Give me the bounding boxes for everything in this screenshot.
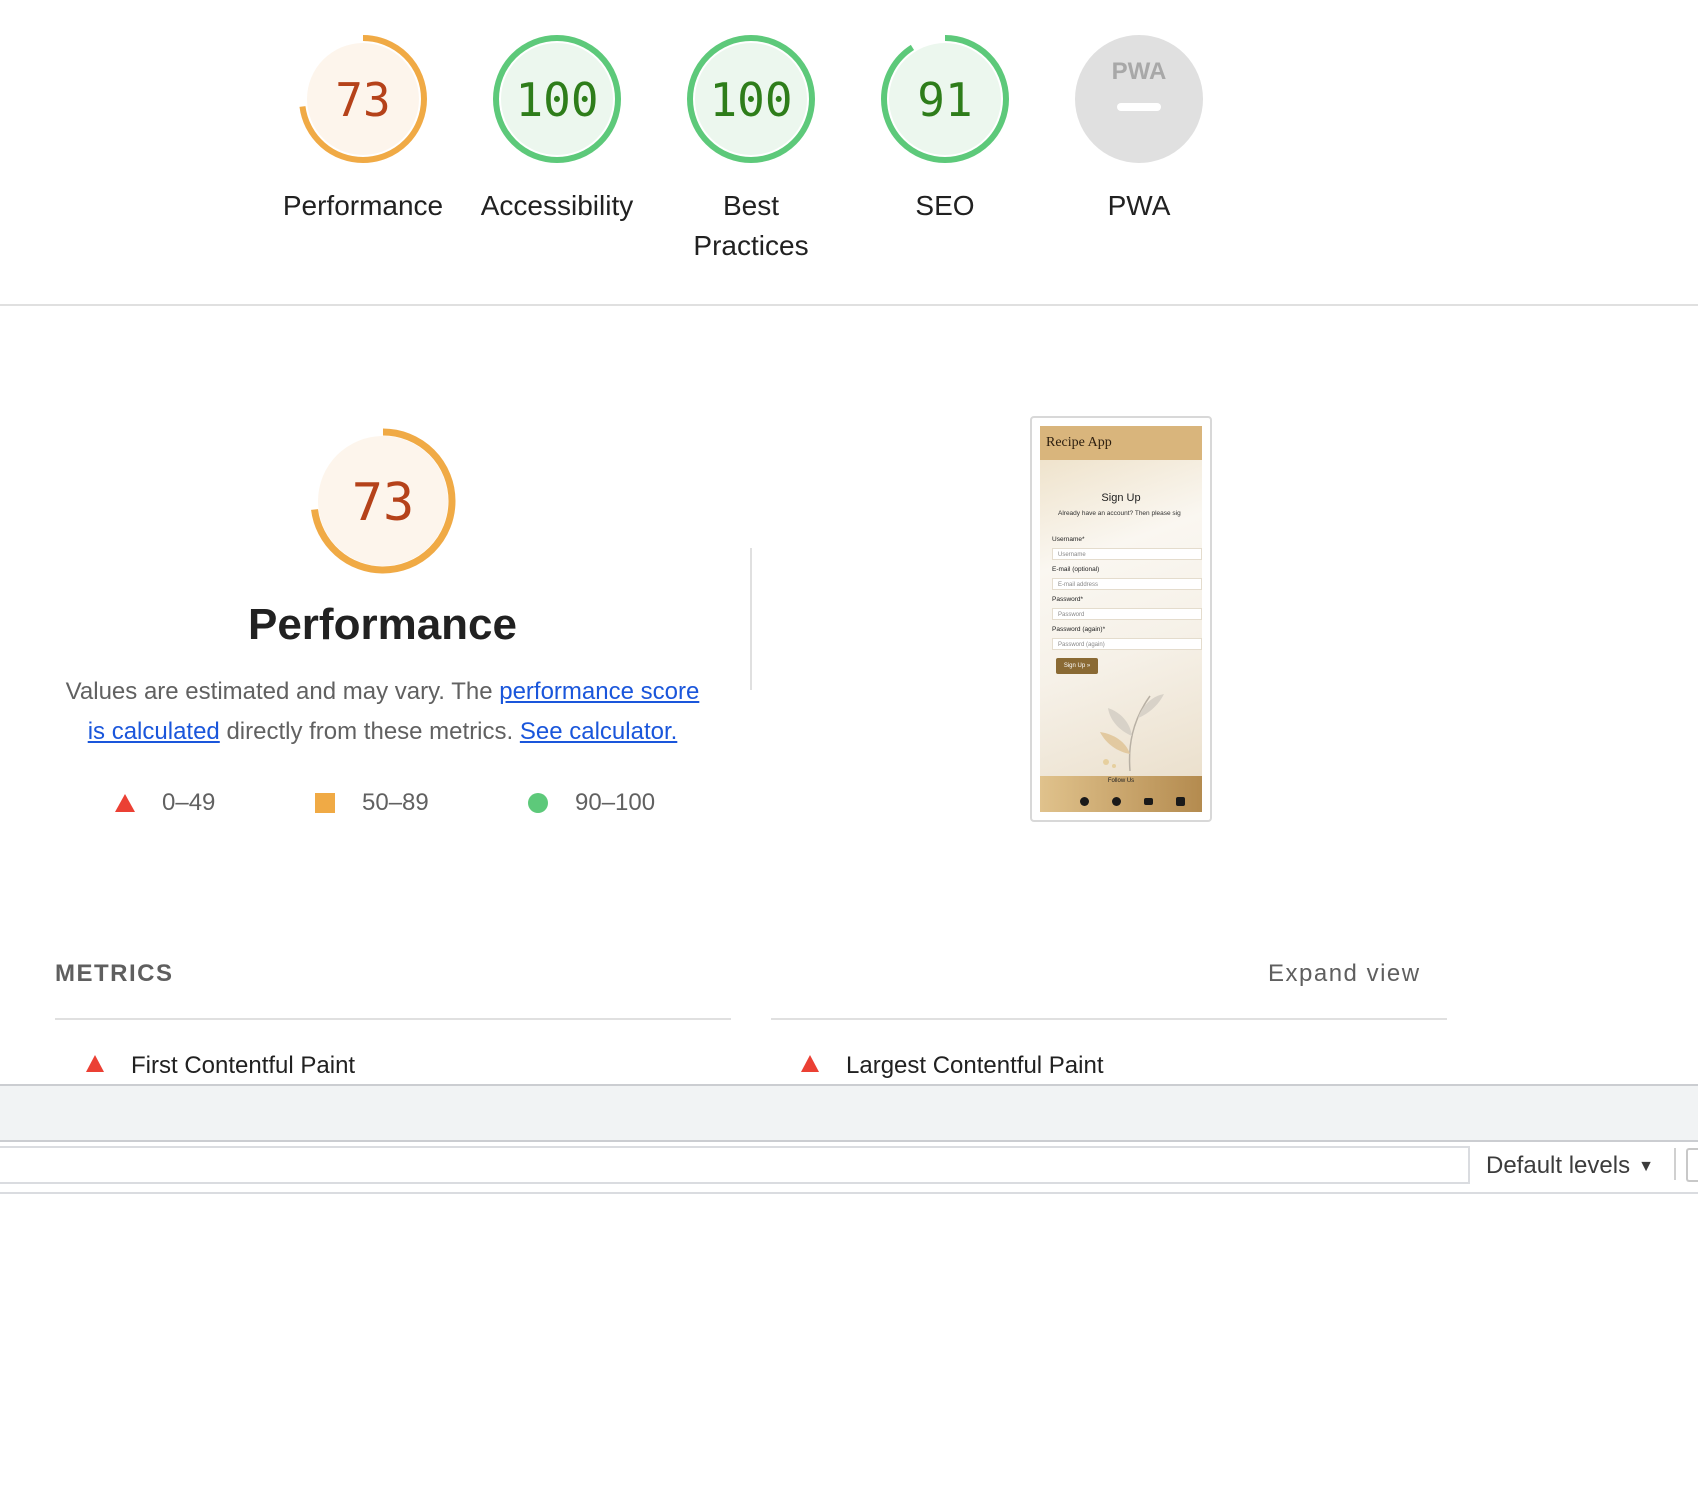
metric-label: First Contentful Paint bbox=[131, 1052, 356, 1079]
metrics-divider-left bbox=[55, 1018, 731, 1020]
pwa-badge-icon: PWA bbox=[1075, 35, 1203, 163]
seo-score: 91 bbox=[917, 73, 972, 127]
category-label: Accessibility bbox=[480, 190, 634, 221]
vertical-divider bbox=[750, 548, 752, 690]
signup-button: Sign Up » bbox=[1056, 658, 1098, 674]
pwa-badge-text: PWA bbox=[1112, 58, 1167, 85]
performance-large-ring: 73 bbox=[310, 428, 456, 574]
metrics-heading: METRICS bbox=[55, 960, 174, 987]
console-filter-input[interactable] bbox=[0, 1146, 1470, 1184]
category-label: Best Practices bbox=[693, 190, 809, 261]
category-label: PWA bbox=[1107, 190, 1171, 221]
desc-prefix: Values are estimated and may vary. The bbox=[65, 678, 500, 705]
follow-us-label: Follow Us bbox=[1107, 778, 1135, 784]
field-label: Password* bbox=[1052, 596, 1084, 603]
final-screenshot[interactable]: Recipe App Sign Up Already have an accou… bbox=[1030, 416, 1212, 822]
performance-description: Values are estimated and may vary. The p… bbox=[60, 672, 705, 752]
twitter-icon bbox=[1080, 797, 1089, 806]
best-practices-score: 100 bbox=[709, 73, 792, 127]
gauge-performance[interactable]: 73 Performance bbox=[268, 34, 458, 226]
performance-title: Performance bbox=[247, 600, 517, 649]
accessibility-score-ring: 100 bbox=[493, 35, 621, 163]
legend-range: 90–100 bbox=[575, 789, 656, 816]
caret-down-icon: ▼ bbox=[1638, 1158, 1654, 1175]
fail-triangle-icon bbox=[801, 1055, 819, 1072]
metrics-divider-right bbox=[771, 1018, 1447, 1020]
gauge-pwa[interactable]: PWA PWA bbox=[1044, 34, 1234, 226]
console-divider bbox=[0, 1192, 1698, 1194]
app-header: Recipe App bbox=[1040, 426, 1202, 460]
default-levels-dropdown[interactable]: Default levels ▼ bbox=[1486, 1150, 1654, 1183]
username-input: Username bbox=[1052, 548, 1202, 560]
signup-heading: Sign Up bbox=[1101, 492, 1141, 504]
average-square-icon bbox=[315, 793, 335, 813]
signup-subtext: Already have an account? Then please sig bbox=[1058, 510, 1181, 517]
legend-range: 0–49 bbox=[162, 789, 216, 816]
leaf-decoration-icon bbox=[1100, 694, 1164, 772]
password-input: Password bbox=[1052, 608, 1202, 620]
levels-label: Default levels bbox=[1486, 1152, 1631, 1179]
field-label: Username* bbox=[1052, 536, 1085, 543]
email-input: E-mail address bbox=[1052, 578, 1202, 590]
category-scores: 73 Performance 100 Accessibility 100 Bes… bbox=[0, 0, 1698, 306]
instagram-icon bbox=[1176, 797, 1185, 806]
app-footer: Follow Us bbox=[1040, 776, 1202, 812]
issues-button[interactable] bbox=[1686, 1148, 1698, 1182]
expand-view-toggle[interactable]: Expand view bbox=[1268, 960, 1421, 988]
password-again-input: Password (again) bbox=[1052, 638, 1202, 650]
console-toolbar bbox=[0, 1084, 1698, 1142]
youtube-icon bbox=[1144, 798, 1153, 805]
screenshot-page: Recipe App Sign Up Already have an accou… bbox=[1040, 426, 1202, 812]
performance-score: 73 bbox=[335, 73, 390, 127]
desc-middle: directly from these metrics. bbox=[219, 718, 520, 745]
section-divider bbox=[0, 304, 1698, 306]
fail-triangle-icon bbox=[115, 794, 135, 812]
legend-range: 50–89 bbox=[362, 789, 429, 816]
field-label: E-mail (optional) bbox=[1052, 566, 1100, 573]
pass-circle-icon bbox=[528, 793, 548, 813]
field-label: Password (again)* bbox=[1052, 626, 1106, 633]
performance-large-score: 73 bbox=[352, 473, 415, 533]
gauge-seo[interactable]: 91 SEO bbox=[850, 34, 1040, 226]
see-calculator-link[interactable]: See calculator. bbox=[520, 718, 677, 745]
performance-gauge: 73 bbox=[310, 428, 456, 579]
score-legend: 0–49 50–89 90–100 bbox=[0, 788, 760, 828]
best-practices-score-ring: 100 bbox=[687, 35, 815, 163]
category-label: Performance bbox=[282, 190, 444, 221]
performance-score-ring: 73 bbox=[299, 35, 427, 163]
gauge-accessibility[interactable]: 100 Accessibility bbox=[462, 34, 652, 226]
toolbar-separator bbox=[1674, 1148, 1676, 1180]
app-title: Recipe App bbox=[1046, 435, 1112, 450]
fail-triangle-icon bbox=[86, 1055, 104, 1072]
seo-score-ring: 91 bbox=[881, 35, 1009, 163]
metric-label: Largest Contentful Paint bbox=[846, 1052, 1104, 1079]
facebook-icon bbox=[1112, 797, 1121, 806]
accessibility-score: 100 bbox=[515, 73, 598, 127]
category-label: SEO bbox=[915, 190, 975, 221]
gauge-best-practices[interactable]: 100 Best Practices bbox=[656, 34, 846, 266]
